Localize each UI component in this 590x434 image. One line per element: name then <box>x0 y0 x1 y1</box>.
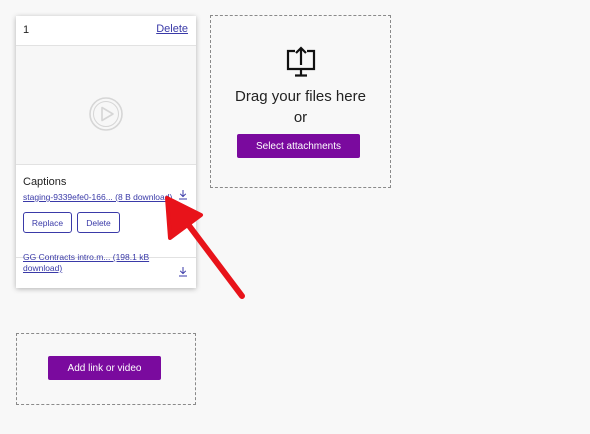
attachment-file-name[interactable]: GG Contracts intro.m... (198.1 kB <box>23 252 149 262</box>
drag-text: Drag your files here <box>235 88 366 105</box>
card-header: 1 Delete <box>16 16 196 46</box>
link-dropzone: Add link or video <box>16 333 196 405</box>
replace-caption-button[interactable]: Replace <box>23 212 72 233</box>
captions-heading: Captions <box>23 176 67 188</box>
download-icon[interactable] <box>178 266 188 277</box>
or-text: or <box>293 109 308 126</box>
select-attachments-button[interactable]: Select attachments <box>237 134 360 158</box>
card-index: 1 <box>23 24 30 36</box>
attachment-file-link[interactable]: GG Contracts intro.m... (198.1 kB downlo… <box>23 252 173 274</box>
file-dropzone[interactable]: Drag your files here or Select attachmen… <box>210 15 391 188</box>
media-card: 1 Delete Captions staging-9339efe0-166..… <box>16 16 196 288</box>
card-delete-link[interactable]: Delete <box>156 23 188 35</box>
download-icon[interactable] <box>178 189 188 200</box>
play-circle-icon <box>89 97 123 131</box>
attachment-file-suffix[interactable]: download) <box>23 263 62 273</box>
add-link-or-video-button[interactable]: Add link or video <box>48 356 161 380</box>
video-preview[interactable] <box>16 46 196 165</box>
caption-file-link[interactable]: staging-9339efe0-166... (8 B download) <box>23 192 172 203</box>
monitor-upload-icon <box>286 46 316 77</box>
delete-caption-button[interactable]: Delete <box>77 212 120 233</box>
dropzone-instructions: Drag your files here or <box>211 86 390 128</box>
